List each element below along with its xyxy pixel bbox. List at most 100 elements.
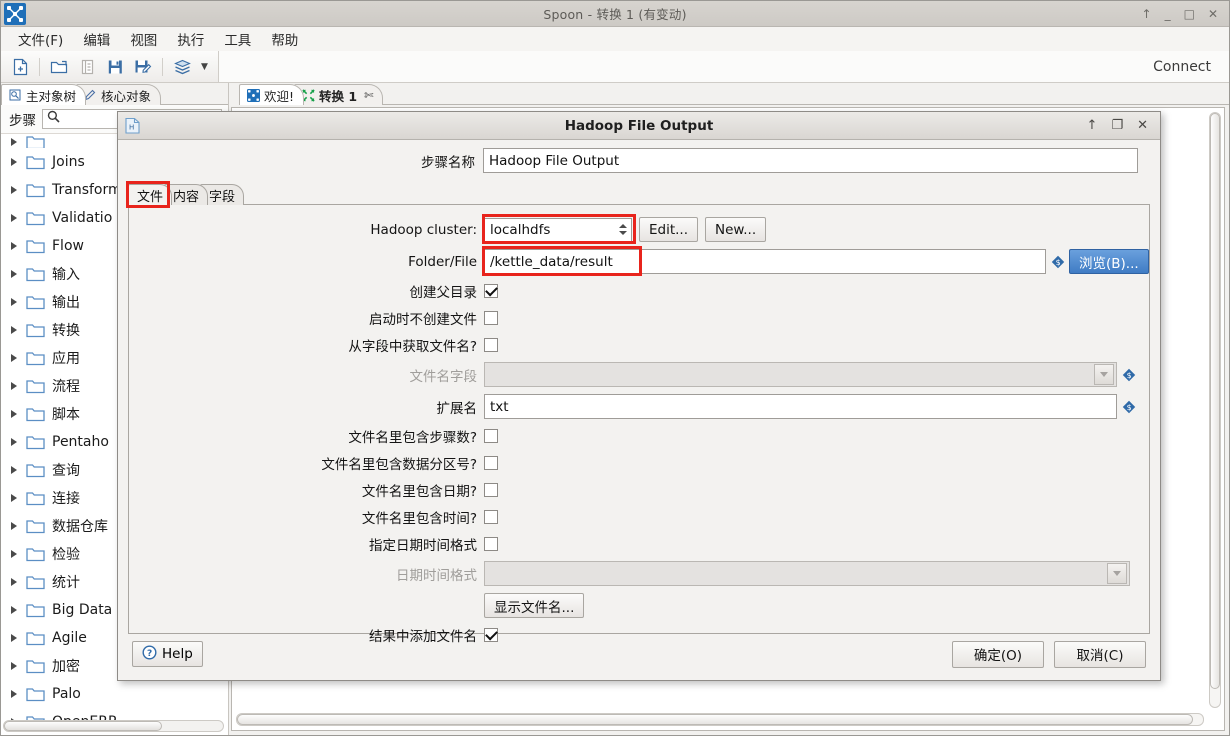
explorer-icon[interactable] (74, 54, 100, 80)
menu-edit[interactable]: 编辑 (74, 27, 119, 51)
tab-file[interactable]: 文件 (128, 184, 173, 205)
folder-icon (26, 323, 45, 338)
browse-button[interactable]: 浏览(B)... (1069, 249, 1149, 274)
new-cluster-button[interactable]: New... (705, 217, 767, 242)
step-name-label: 步骤名称 (421, 154, 475, 171)
tree-item-label: 查询 (52, 463, 80, 479)
expand-arrow-icon[interactable] (9, 213, 19, 223)
specify-date-format-row: 指定日期时间格式 (129, 534, 1149, 554)
tree-item[interactable]: Palo (1, 680, 228, 708)
folder-icon (26, 136, 45, 148)
tree-item-label: 连接 (52, 491, 80, 507)
tree-view-icon (8, 88, 22, 102)
tree-item-label: 检验 (52, 547, 80, 563)
expand-arrow-icon[interactable] (9, 521, 19, 531)
scrollbar-thumb[interactable] (1210, 113, 1220, 690)
filename-field-combo[interactable] (484, 362, 1117, 387)
layers-icon[interactable] (169, 54, 195, 80)
expand-arrow-icon[interactable] (9, 325, 19, 335)
canvas-vertical-scrollbar[interactable] (1209, 112, 1221, 708)
include-stepnr-checkbox[interactable] (484, 429, 498, 443)
expand-arrow-icon[interactable] (9, 437, 19, 447)
expand-arrow-icon[interactable] (9, 353, 19, 363)
combo-spinner-icon[interactable] (617, 221, 628, 239)
open-folder-icon[interactable] (46, 54, 72, 80)
tab-main-object-tree[interactable]: 主对象树 (1, 84, 87, 105)
dialog-close-button[interactable]: ✕ (1137, 118, 1148, 133)
tab-welcome[interactable]: 欢迎! (239, 84, 305, 105)
variable-diamond-icon[interactable]: $ (1122, 400, 1136, 414)
folder-icon (26, 659, 45, 674)
save-as-icon[interactable] (130, 54, 156, 80)
expand-arrow-icon[interactable] (9, 633, 19, 643)
expand-arrow-icon[interactable] (9, 465, 19, 475)
sidebar-horizontal-scrollbar[interactable] (3, 720, 224, 732)
file-tab-panel: Hadoop cluster: localhdfs Edit... New...… (128, 204, 1150, 645)
date-time-format-combo[interactable] (484, 561, 1130, 586)
include-time-checkbox[interactable] (484, 510, 498, 524)
tree-item-label: Transform (52, 182, 122, 198)
expand-arrow-icon[interactable] (9, 297, 19, 307)
dialog-shade-button[interactable]: ↑ (1087, 118, 1098, 133)
include-time-row: 文件名里包含时间? (129, 507, 1149, 527)
dialog-window-controls: ↑ ❐ ✕ (1087, 118, 1160, 133)
variable-diamond-icon[interactable]: $ (1122, 368, 1136, 382)
menu-run[interactable]: 执行 (168, 27, 213, 51)
canvas-horizontal-scrollbar[interactable] (236, 713, 1204, 726)
new-file-icon[interactable] (7, 54, 33, 80)
menu-tools[interactable]: 工具 (215, 27, 260, 51)
tab-close-icon[interactable]: ✄ (364, 89, 373, 102)
expand-arrow-icon[interactable] (9, 137, 19, 147)
do-not-create-at-start-checkbox[interactable] (484, 311, 498, 325)
window-maximize-button[interactable]: □ (1184, 8, 1195, 20)
window-close-button[interactable]: ✕ (1208, 8, 1218, 20)
menu-view[interactable]: 视图 (121, 27, 166, 51)
expand-arrow-icon[interactable] (9, 605, 19, 615)
include-partnr-checkbox[interactable] (484, 456, 498, 470)
expand-arrow-icon[interactable] (9, 157, 19, 167)
expand-arrow-icon[interactable] (9, 577, 19, 587)
create-parent-folder-checkbox[interactable] (484, 284, 498, 298)
variable-diamond-icon[interactable]: $ (1051, 255, 1065, 269)
hadoop-cluster-row: Hadoop cluster: localhdfs Edit... New... (129, 214, 1149, 244)
step-name-input[interactable] (483, 148, 1138, 173)
expand-arrow-icon[interactable] (9, 493, 19, 503)
expand-arrow-icon[interactable] (9, 185, 19, 195)
include-stepnr-label: 文件名里包含步骤数? (348, 430, 477, 446)
expand-arrow-icon[interactable] (9, 661, 19, 671)
expand-arrow-icon[interactable] (9, 241, 19, 251)
show-filenames-button[interactable]: 显示文件名... (484, 593, 585, 618)
scrollbar-thumb[interactable] (237, 714, 1194, 725)
expand-arrow-icon[interactable] (9, 381, 19, 391)
hadoop-cluster-combo[interactable]: localhdfs (484, 217, 632, 242)
tab-core-objects[interactable]: 核心对象 (76, 84, 162, 105)
chevron-down-icon[interactable] (1107, 563, 1127, 584)
include-date-row: 文件名里包含日期? (129, 480, 1149, 500)
menu-file[interactable]: 文件(F) (9, 27, 72, 51)
add-filename-to-result-checkbox[interactable] (484, 628, 498, 642)
tab-transformation-1[interactable]: 转换 1 ✄ (294, 84, 384, 105)
folder-icon (26, 519, 45, 534)
expand-arrow-icon[interactable] (9, 269, 19, 279)
scrollbar-thumb[interactable] (4, 721, 162, 731)
connect-button[interactable]: Connect (1153, 51, 1229, 82)
save-icon[interactable] (102, 54, 128, 80)
expand-arrow-icon[interactable] (9, 409, 19, 419)
toolbar-dropdown-caret-icon[interactable]: ▼ (197, 62, 212, 72)
include-date-checkbox[interactable] (484, 483, 498, 497)
tab-file-label: 文件 (137, 189, 164, 205)
chevron-down-icon[interactable] (1094, 364, 1114, 385)
dialog-maximize-button[interactable]: ❐ (1111, 118, 1123, 133)
menu-help[interactable]: 帮助 (262, 27, 307, 51)
extension-input[interactable] (484, 394, 1117, 419)
expand-arrow-icon[interactable] (9, 689, 19, 699)
edit-cluster-button[interactable]: Edit... (639, 217, 699, 242)
window-minimize-button[interactable]: _ (1165, 8, 1171, 20)
folder-icon (26, 435, 45, 450)
window-shade-button[interactable]: ↑ (1142, 8, 1152, 20)
filename-from-field-checkbox[interactable] (484, 338, 498, 352)
expand-arrow-icon[interactable] (9, 549, 19, 559)
specify-date-format-checkbox[interactable] (484, 537, 498, 551)
folder-file-input[interactable] (484, 249, 1046, 274)
tab-strips-row: 主对象树 核心对象 欢迎! 转换 1 ✄ (1, 83, 1229, 105)
